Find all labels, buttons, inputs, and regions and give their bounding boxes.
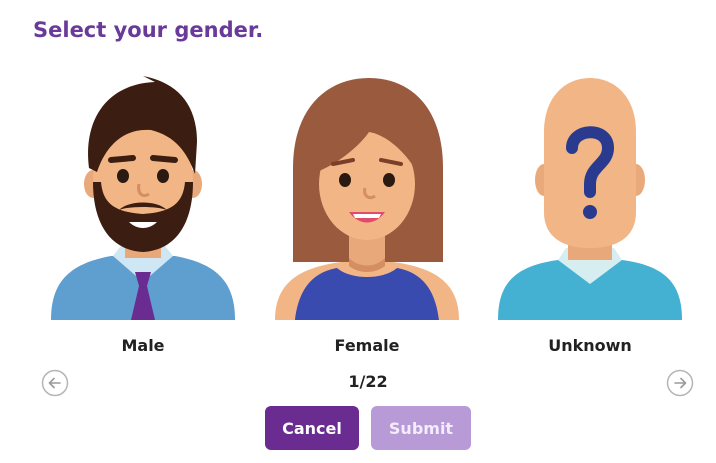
option-label-male: Male <box>121 336 165 355</box>
gender-option-female[interactable]: Female <box>271 72 463 372</box>
unknown-avatar-icon <box>498 78 682 320</box>
arrow-left-circle-icon <box>41 369 69 397</box>
female-avatar-icon <box>275 78 459 320</box>
page-counter: 1/22 <box>348 372 388 391</box>
option-label-female: Female <box>334 336 400 355</box>
cancel-button[interactable]: Cancel <box>265 406 359 450</box>
option-label-unknown: Unknown <box>548 336 632 355</box>
previous-page-button[interactable] <box>41 369 69 397</box>
next-page-button[interactable] <box>666 369 694 397</box>
gender-option-male[interactable]: Male <box>47 72 239 372</box>
male-avatar-icon <box>51 76 235 320</box>
page-title: Select your gender. <box>33 18 264 42</box>
arrow-right-circle-icon <box>666 369 694 397</box>
submit-button[interactable]: Submit <box>371 406 471 450</box>
gender-option-unknown[interactable]: Unknown <box>494 72 686 372</box>
